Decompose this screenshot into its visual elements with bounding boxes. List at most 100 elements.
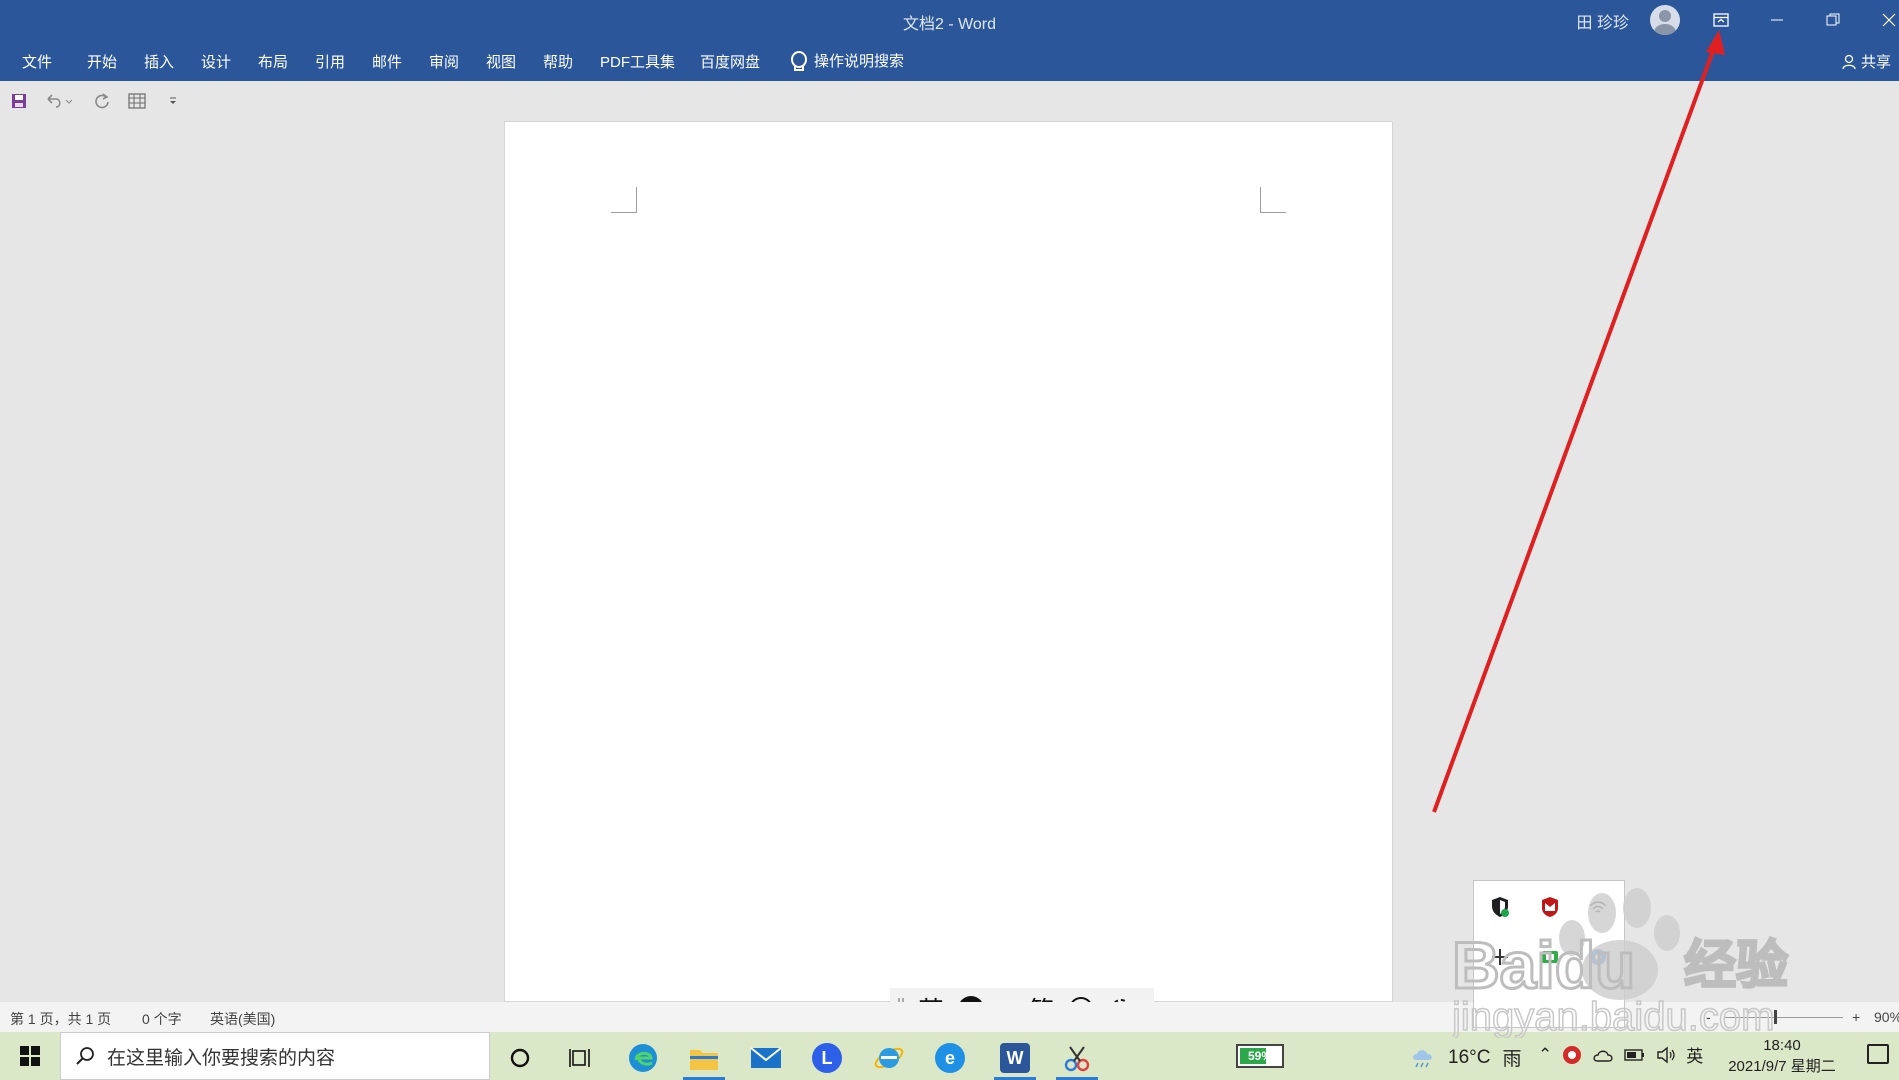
minimize-icon xyxy=(1771,19,1783,21)
share-button[interactable]: 共享 xyxy=(1841,51,1891,72)
document-page[interactable] xyxy=(504,121,1393,1002)
internet-explorer-app[interactable] xyxy=(864,1036,914,1080)
ie-icon xyxy=(874,1047,904,1069)
mail-app[interactable] xyxy=(741,1036,791,1080)
tab-view[interactable]: 视图 xyxy=(486,51,516,72)
save-button[interactable] xyxy=(8,90,30,112)
close-icon xyxy=(1882,13,1896,27)
title-bar: 文档2 - Word 田 珍珍 xyxy=(0,0,1899,40)
tab-pdf-tools[interactable]: PDF工具集 xyxy=(600,51,675,72)
share-label: 共享 xyxy=(1860,54,1891,71)
battery-widget-label: 59% xyxy=(1247,1049,1273,1063)
search-placeholder: 在这里输入你要搜索的内容 xyxy=(107,1047,336,1069)
file-explorer-icon xyxy=(690,1050,718,1070)
restore-button[interactable] xyxy=(1805,0,1861,40)
tab-baidu-netdisk[interactable]: 百度网盘 xyxy=(700,51,760,72)
word-count[interactable]: 0 个字 xyxy=(142,1009,182,1029)
wifi-icon[interactable] xyxy=(1586,895,1610,919)
margin-marker-top-left xyxy=(611,187,637,213)
lightbulb-icon xyxy=(790,50,807,71)
tab-insert[interactable]: 插入 xyxy=(144,51,174,72)
margin-marker-top-right xyxy=(1260,187,1286,213)
table-button[interactable] xyxy=(126,90,148,112)
windows-logo-icon xyxy=(20,1046,40,1066)
rain-cloud-icon xyxy=(1413,1049,1432,1067)
weather-description: 雨 xyxy=(1502,1049,1522,1070)
close-button[interactable] xyxy=(1861,0,1899,40)
tab-review[interactable]: 审阅 xyxy=(429,51,459,72)
green-app-icon[interactable] xyxy=(1538,945,1562,969)
redo-button[interactable] xyxy=(91,90,113,112)
document-canvas xyxy=(0,121,1899,1002)
taskbar-search-box[interactable]: 在这里输入你要搜索的内容 xyxy=(60,1032,490,1080)
word-icon: W xyxy=(1000,1043,1030,1073)
mail-icon xyxy=(750,1047,782,1068)
shield-icon[interactable] xyxy=(1488,895,1512,919)
task-view-icon xyxy=(569,1049,590,1067)
lark-icon: L xyxy=(812,1043,842,1073)
restore-icon xyxy=(1826,13,1840,26)
snipping-icon xyxy=(1064,1046,1090,1072)
mcafee-icon[interactable] xyxy=(1538,895,1562,919)
weather-temperature: 16°C xyxy=(1448,1046,1491,1068)
lark-app[interactable]: L xyxy=(802,1036,852,1080)
speaker-icon[interactable] xyxy=(1656,1046,1676,1064)
search-icon xyxy=(76,1047,94,1065)
tray-overflow-popup xyxy=(1473,880,1625,1028)
ie-alt-icon: e xyxy=(935,1043,965,1073)
weather-widget[interactable]: 16°C 雨 xyxy=(1410,1044,1521,1071)
zoom-slider-thumb[interactable] xyxy=(1774,1010,1777,1024)
tab-help[interactable]: 帮助 xyxy=(543,51,573,72)
task-view-button[interactable] xyxy=(555,1036,605,1080)
tell-me-label: 操作说明搜索 xyxy=(814,53,905,70)
zoom-level[interactable]: 90% xyxy=(1874,1009,1899,1025)
edge-app[interactable] xyxy=(618,1036,668,1080)
language-indicator[interactable]: 英语(美国) xyxy=(210,1009,275,1029)
cortana-button[interactable] xyxy=(495,1036,545,1080)
browser-app[interactable]: e xyxy=(925,1036,975,1080)
battery-widget[interactable]: 59% xyxy=(1236,1044,1284,1068)
tab-home[interactable]: 开始 xyxy=(87,51,117,72)
minimize-button[interactable] xyxy=(1749,0,1805,40)
tab-layout[interactable]: 布局 xyxy=(258,51,288,72)
tell-me-search[interactable]: 操作说明搜索 xyxy=(790,50,904,71)
taskbar: 在这里输入你要搜索的内容 L e W 59% 16°C 雨 ⌃ 英 18:40 … xyxy=(0,1032,1899,1080)
snipping-app[interactable] xyxy=(1052,1036,1102,1080)
notification-center-icon[interactable] xyxy=(1867,1044,1889,1064)
battery-icon[interactable] xyxy=(1624,1048,1646,1062)
file-explorer-app[interactable] xyxy=(679,1036,729,1080)
tab-file[interactable]: 文件 xyxy=(22,51,52,72)
zoom-slider-track[interactable] xyxy=(1725,1017,1843,1018)
start-button[interactable] xyxy=(0,1032,60,1080)
taskbar-clock[interactable]: 18:40 2021/9/7 星期二 xyxy=(1718,1035,1846,1077)
word-app[interactable]: W xyxy=(990,1036,1040,1080)
onedrive-cloud-icon[interactable] xyxy=(1592,1047,1614,1063)
zoom-out-button[interactable]: - xyxy=(1706,1009,1711,1025)
undo-button[interactable] xyxy=(42,90,74,112)
tab-mailings[interactable]: 邮件 xyxy=(372,51,402,72)
zoom-in-button[interactable]: + xyxy=(1852,1009,1860,1025)
clock-time: 18:40 xyxy=(1763,1037,1801,1054)
redo-icon xyxy=(95,93,109,109)
page-count[interactable]: 第 1 页，共 1 页 xyxy=(10,1009,111,1029)
user-name[interactable]: 田 珍珍 xyxy=(1577,9,1629,33)
table-icon xyxy=(128,93,146,109)
cortana-icon xyxy=(510,1048,530,1068)
tab-design[interactable]: 设计 xyxy=(201,51,231,72)
input-language-indicator[interactable]: 英 xyxy=(1686,1042,1703,1067)
blue-app-icon[interactable] xyxy=(1586,945,1610,969)
save-icon xyxy=(12,94,26,108)
undo-icon xyxy=(47,94,72,108)
drag-tool-icon[interactable] xyxy=(1488,945,1512,969)
system-tray: ⌃ 英 xyxy=(1538,1042,1703,1067)
tab-references[interactable]: 引用 xyxy=(315,51,345,72)
ribbon-display-options-icon xyxy=(1713,13,1729,27)
customize-qat-button[interactable] xyxy=(162,90,184,112)
chevron-up-icon[interactable]: ⌃ xyxy=(1538,1045,1552,1065)
edge-icon xyxy=(629,1044,657,1072)
ribbon-display-options-button[interactable] xyxy=(1693,0,1749,40)
customize-qat-icon xyxy=(170,97,176,104)
red-app-icon[interactable] xyxy=(1562,1045,1582,1065)
avatar[interactable] xyxy=(1650,5,1680,35)
ribbon-tabs: 文件 开始 插入 设计 布局 引用 邮件 审阅 视图 帮助 PDF工具集 百度网… xyxy=(0,40,1899,81)
